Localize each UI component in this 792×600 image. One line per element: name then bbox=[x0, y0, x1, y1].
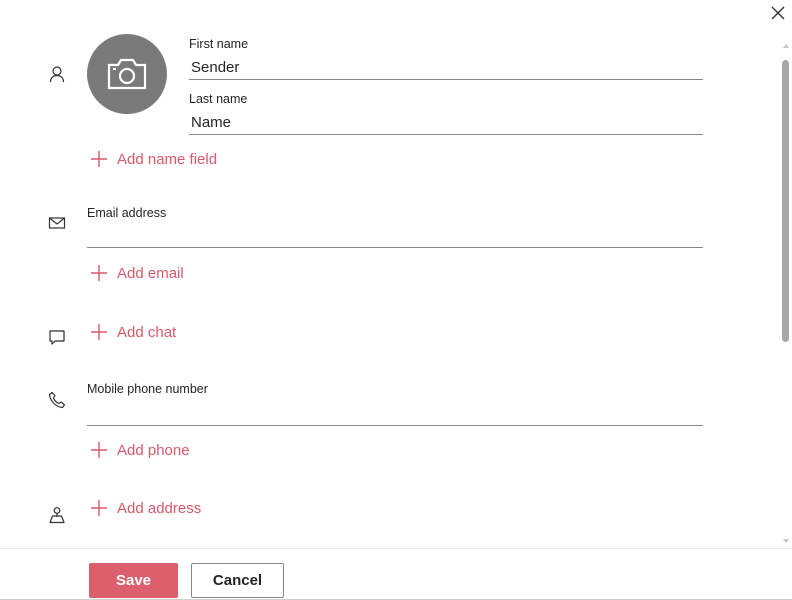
close-button[interactable] bbox=[764, 0, 792, 26]
plus-icon bbox=[91, 500, 107, 516]
last-name-input[interactable] bbox=[189, 111, 703, 135]
plus-icon bbox=[91, 442, 107, 458]
email-input[interactable] bbox=[87, 223, 703, 248]
location-icon bbox=[47, 505, 67, 525]
scrollbar-thumb[interactable] bbox=[782, 60, 789, 342]
edit-contact-dialog: First name Last name Add name field Emai… bbox=[0, 0, 792, 600]
first-name-label: First name bbox=[189, 37, 249, 51]
close-icon bbox=[771, 6, 785, 20]
add-email-label: Add email bbox=[117, 264, 184, 282]
scroll-up-button[interactable] bbox=[781, 38, 791, 48]
phone-icon bbox=[47, 390, 67, 410]
add-name-field-button[interactable]: Add name field bbox=[90, 150, 217, 168]
add-chat-button[interactable]: Add chat bbox=[90, 323, 176, 341]
add-name-field-label: Add name field bbox=[117, 150, 218, 168]
cancel-button[interactable]: Cancel bbox=[191, 563, 284, 598]
save-button[interactable]: Save bbox=[89, 563, 178, 598]
add-email-button[interactable]: Add email bbox=[90, 264, 184, 282]
chat-icon bbox=[47, 327, 67, 347]
camera-icon bbox=[107, 58, 147, 90]
mobile-phone-label: Mobile phone number bbox=[87, 382, 208, 396]
mobile-phone-input[interactable] bbox=[87, 400, 703, 426]
footer-divider bbox=[0, 548, 792, 549]
last-name-label: Last name bbox=[189, 92, 248, 106]
plus-icon bbox=[91, 151, 107, 167]
plus-icon bbox=[91, 265, 107, 281]
caret-down-icon bbox=[783, 539, 789, 543]
add-address-label: Add address bbox=[117, 499, 202, 517]
mail-icon bbox=[47, 213, 67, 233]
add-chat-label: Add chat bbox=[117, 323, 177, 341]
person-icon bbox=[47, 64, 67, 84]
add-phone-button[interactable]: Add phone bbox=[90, 441, 190, 459]
add-photo-button[interactable] bbox=[87, 34, 167, 114]
add-phone-label: Add phone bbox=[117, 441, 190, 459]
plus-icon bbox=[91, 324, 107, 340]
scroll-down-button[interactable] bbox=[781, 533, 791, 543]
first-name-input[interactable] bbox=[189, 56, 703, 80]
email-label: Email address bbox=[87, 206, 167, 220]
caret-up-icon bbox=[783, 44, 789, 48]
add-address-button[interactable]: Add address bbox=[90, 499, 201, 517]
